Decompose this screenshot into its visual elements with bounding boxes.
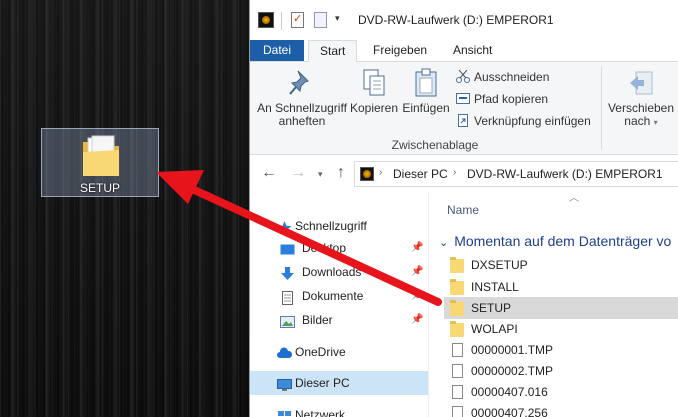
annotation-arrow — [156, 170, 442, 306]
